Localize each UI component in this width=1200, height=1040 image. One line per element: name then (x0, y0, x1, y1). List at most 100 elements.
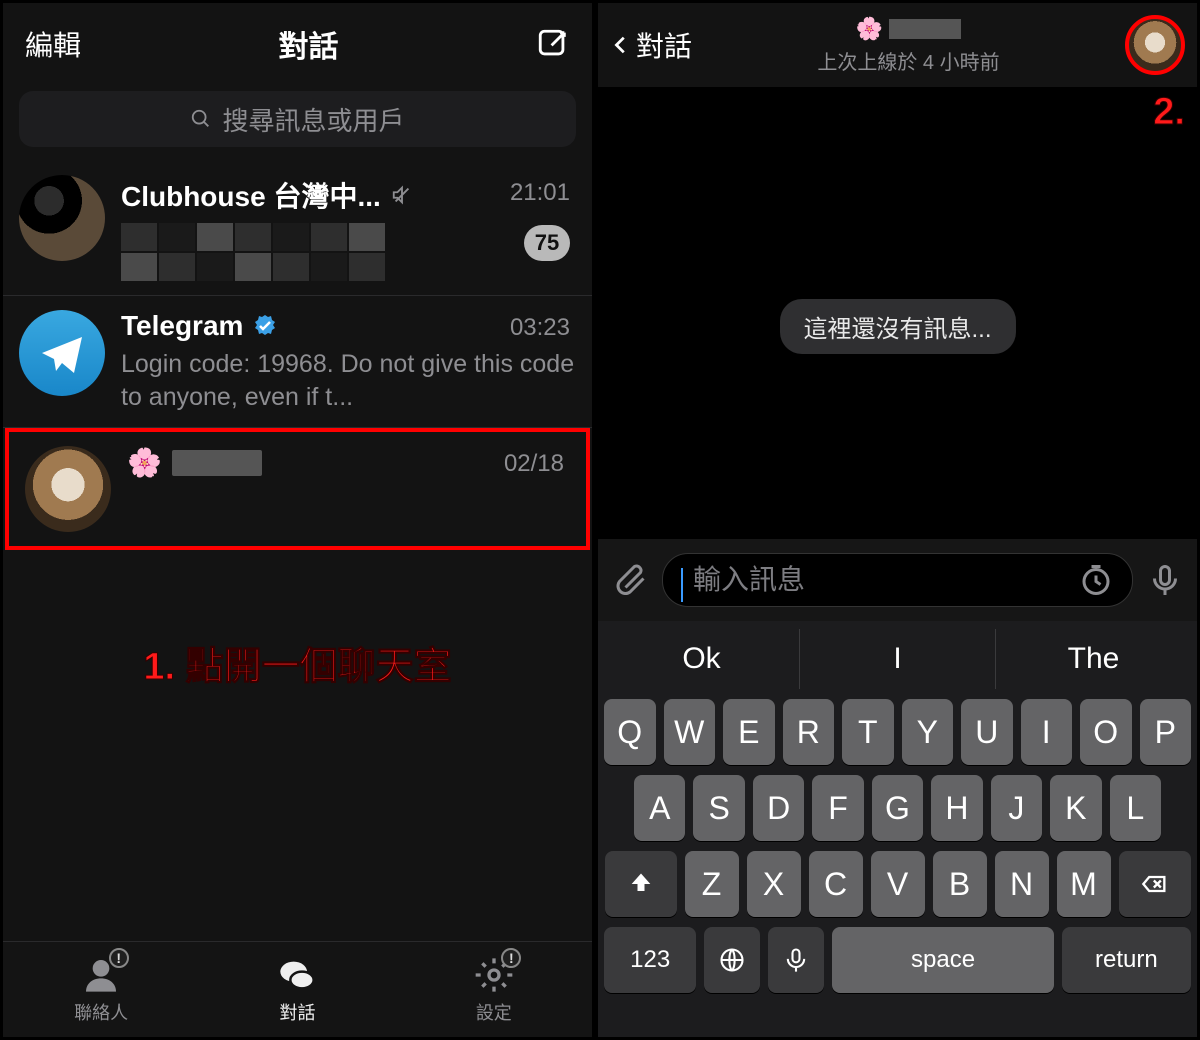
tab-label: 設定 (476, 999, 512, 1025)
annotation-step-1: 1. 點開一個聊天室 (3, 635, 592, 690)
chat-time: 02/18 (504, 450, 564, 478)
key-a[interactable]: A (634, 775, 685, 841)
key-globe[interactable] (704, 927, 760, 993)
contact-emoji: 🌸 (856, 16, 883, 42)
key-v[interactable]: V (871, 851, 925, 917)
chat-row-highlighted[interactable]: 🌸 02/18 (5, 428, 590, 550)
tab-settings[interactable]: ! 設定 (396, 942, 592, 1037)
microphone-icon (782, 946, 810, 974)
message-placeholder: 輸入訊息 (693, 564, 805, 595)
key-t[interactable]: T (842, 699, 894, 765)
key-b[interactable]: B (933, 851, 987, 917)
tab-chats[interactable]: 對話 (199, 942, 395, 1037)
key-n[interactable]: N (995, 851, 1049, 917)
chat-list-screen: 編輯 對話 搜尋訊息或用戶 Clubhouse 台灣中... (0, 0, 595, 1040)
key-i[interactable]: I (1021, 699, 1073, 765)
annotation-step-2: 2. (1153, 91, 1185, 134)
microphone-icon[interactable] (1147, 562, 1183, 598)
attachment-icon[interactable] (612, 562, 648, 598)
keyboard-row: Z X C V B N M (604, 851, 1191, 917)
key-h[interactable]: H (931, 775, 982, 841)
key-space[interactable]: space (832, 927, 1054, 993)
key-y[interactable]: Y (902, 699, 954, 765)
compose-icon (536, 27, 570, 61)
key-o[interactable]: O (1080, 699, 1132, 765)
back-label: 對話 (636, 25, 692, 65)
key-dictation[interactable] (768, 927, 824, 993)
back-button[interactable]: 對話 (610, 25, 692, 65)
suggestion[interactable]: The (996, 629, 1191, 689)
edit-button[interactable]: 編輯 (25, 24, 81, 64)
keyboard-row: Q W E R T Y U I O P (604, 699, 1191, 765)
chat-header: 對話 🌸 上次上線於 4 小時前 (598, 3, 1197, 87)
key-g[interactable]: G (872, 775, 923, 841)
key-j[interactable]: J (991, 775, 1042, 841)
tab-contacts[interactable]: ! 聯絡人 (3, 942, 199, 1037)
message-input-bar: 輸入訊息 (598, 539, 1197, 621)
chat-name-censored (172, 450, 262, 476)
chat-time: 21:01 (510, 179, 570, 207)
key-l[interactable]: L (1110, 775, 1161, 841)
key-r[interactable]: R (783, 699, 835, 765)
text-cursor (681, 568, 683, 602)
key-w[interactable]: W (664, 699, 716, 765)
chat-screen: 對話 🌸 上次上線於 4 小時前 2. 這裡還沒有訊息... 輸入訊息 (595, 0, 1200, 1040)
search-input[interactable]: 搜尋訊息或用戶 (19, 91, 576, 147)
key-q[interactable]: Q (604, 699, 656, 765)
chat-time: 03:23 (510, 314, 570, 342)
telegram-icon (38, 329, 86, 377)
key-123[interactable]: 123 (604, 927, 696, 993)
tab-bar: ! 聯絡人 對話 ! 設定 (3, 941, 592, 1037)
avatar (25, 446, 111, 532)
last-seen-status: 上次上線於 4 小時前 (817, 46, 999, 75)
keyboard-row: 123 space return (604, 927, 1191, 993)
key-backspace[interactable] (1119, 851, 1191, 917)
chevron-left-icon (610, 28, 632, 62)
keyboard-row: A S D F G H J K L (604, 775, 1191, 841)
timer-icon[interactable] (1078, 562, 1114, 598)
badge-alert: ! (501, 948, 521, 968)
key-u[interactable]: U (961, 699, 1013, 765)
compose-button[interactable] (536, 27, 570, 61)
key-z[interactable]: Z (685, 851, 739, 917)
search-placeholder: 搜尋訊息或用戶 (222, 101, 404, 138)
key-f[interactable]: F (812, 775, 863, 841)
avatar (19, 175, 105, 261)
key-e[interactable]: E (723, 699, 775, 765)
globe-icon (718, 946, 746, 974)
key-x[interactable]: X (747, 851, 801, 917)
key-return[interactable]: return (1062, 927, 1191, 993)
contact-name-censored (889, 19, 961, 39)
key-c[interactable]: C (809, 851, 863, 917)
chat-list-header: 編輯 對話 (3, 3, 592, 85)
chats-icon (277, 955, 317, 995)
suggestion[interactable]: Ok (604, 629, 800, 689)
unread-badge: 75 (524, 225, 570, 261)
key-p[interactable]: P (1140, 699, 1192, 765)
suggestion[interactable]: I (800, 629, 996, 689)
message-input[interactable]: 輸入訊息 (662, 553, 1133, 607)
verified-icon (253, 314, 277, 338)
key-m[interactable]: M (1057, 851, 1111, 917)
muted-icon (391, 184, 413, 206)
tab-label: 對話 (279, 999, 315, 1025)
keyboard: Ok I The Q W E R T Y U I O P A S D F (598, 621, 1197, 1037)
key-shift[interactable] (605, 851, 677, 917)
backspace-icon (1141, 870, 1169, 898)
shift-icon (627, 870, 655, 898)
chat-row[interactable]: Clubhouse 台灣中... 21:01 75 (3, 161, 592, 296)
avatar (19, 310, 105, 396)
chat-name: Telegram (121, 310, 243, 342)
key-k[interactable]: K (1050, 775, 1101, 841)
contact-avatar-highlighted[interactable] (1125, 15, 1185, 75)
empty-state-text: 這裡還沒有訊息... (779, 299, 1015, 354)
page-title: 對話 (279, 22, 339, 66)
badge-alert: ! (109, 948, 129, 968)
key-s[interactable]: S (693, 775, 744, 841)
chat-name-emoji: 🌸 (127, 446, 162, 479)
chat-row[interactable]: Telegram Login code: 19968. Do not give … (3, 296, 592, 428)
key-d[interactable]: D (753, 775, 804, 841)
chat-header-title[interactable]: 🌸 上次上線於 4 小時前 (692, 16, 1125, 75)
search-icon (190, 108, 212, 130)
tab-label: 聯絡人 (74, 999, 128, 1025)
